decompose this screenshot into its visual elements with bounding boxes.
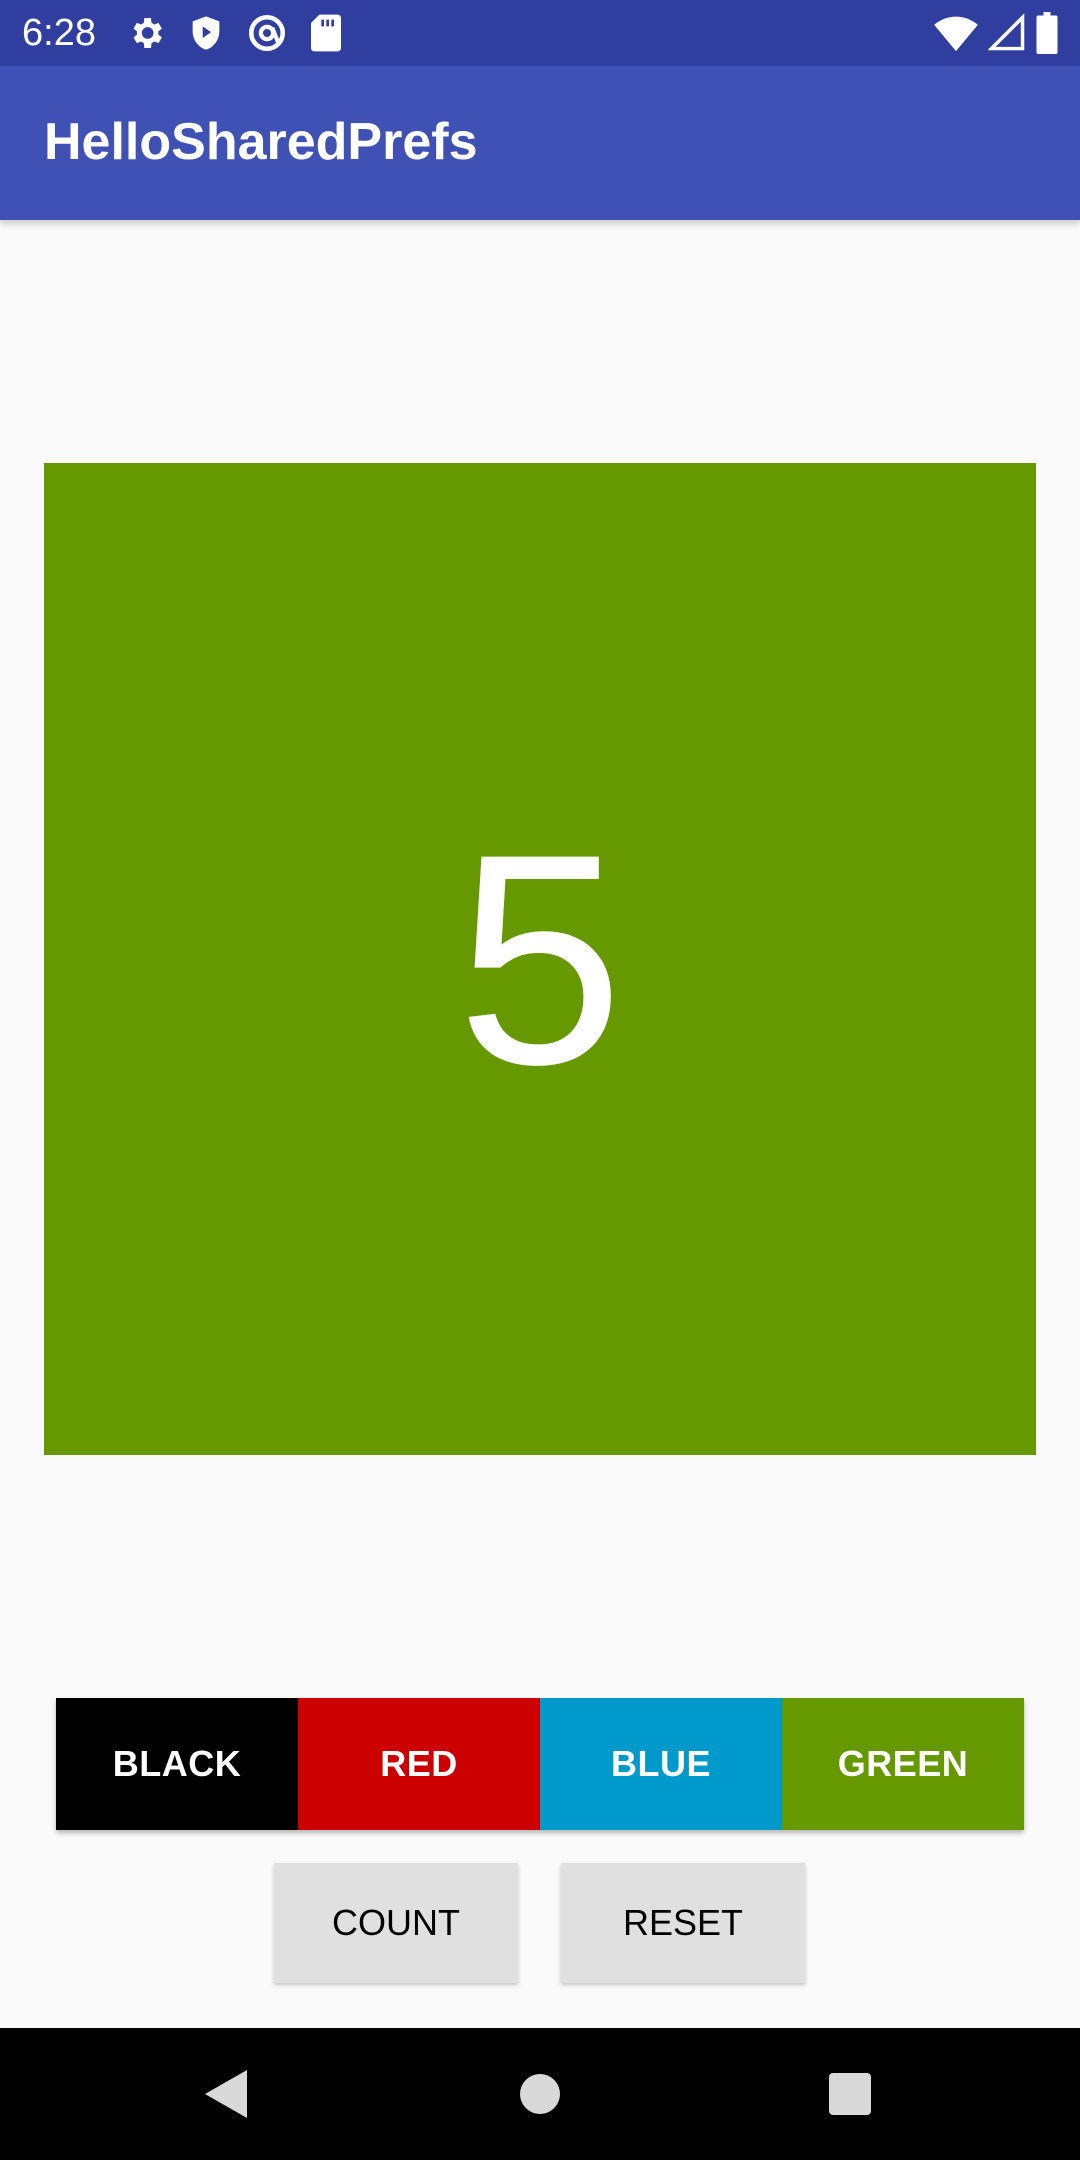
status-right-icons [934, 12, 1058, 54]
sd-card-icon [308, 13, 344, 53]
count-display: 5 [44, 463, 1036, 1455]
home-icon[interactable] [518, 2072, 562, 2116]
color-button-row: BLACK RED BLUE GREEN [56, 1698, 1024, 1830]
status-time: 6:28 [22, 12, 96, 54]
navigation-bar [0, 2028, 1080, 2160]
cell-signal-icon [988, 13, 1026, 53]
at-sign-icon [246, 12, 288, 54]
battery-icon [1036, 12, 1058, 54]
wifi-icon [934, 13, 978, 53]
screen: 6:28 HelloSharedPrefs 5 BLACK RED BLUE G… [0, 0, 1080, 2160]
back-icon[interactable] [205, 2070, 249, 2118]
count-value: 5 [456, 791, 624, 1127]
app-bar: HelloSharedPrefs [0, 66, 1080, 220]
settings-gear-icon [126, 13, 166, 53]
status-bar: 6:28 [0, 0, 1080, 66]
green-button[interactable]: GREEN [782, 1698, 1024, 1830]
reset-button[interactable]: RESET [561, 1863, 805, 1983]
blue-button[interactable]: BLUE [540, 1698, 782, 1830]
status-left-icons [126, 12, 344, 54]
count-button[interactable]: COUNT [274, 1863, 518, 1983]
app-title: HelloSharedPrefs [44, 113, 478, 171]
shield-play-icon [186, 13, 226, 53]
recents-icon[interactable] [829, 2073, 871, 2115]
red-button[interactable]: RED [298, 1698, 540, 1830]
black-button[interactable]: BLACK [56, 1698, 298, 1830]
